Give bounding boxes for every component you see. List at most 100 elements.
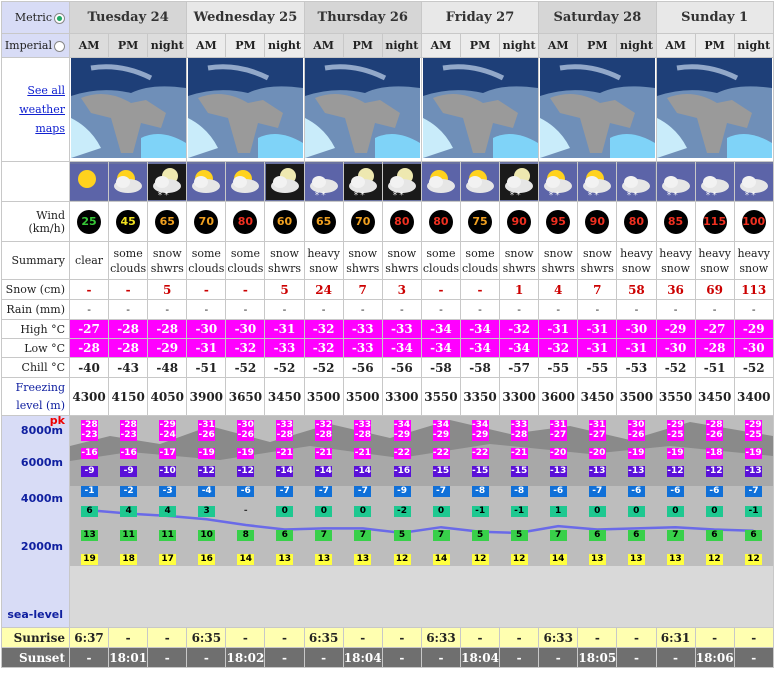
altitude-temp-box: 0 (588, 506, 606, 517)
altitude-temp-box: 13 (315, 554, 333, 565)
cloud-snow-icon: * * (303, 161, 344, 202)
altitude-temp-box: 0 (666, 506, 684, 517)
freezing-level-cell: 3650 (225, 377, 266, 416)
maps-link-cell: See all weather maps (1, 57, 70, 162)
chill-cell: -52 (303, 357, 344, 378)
altitude-temp-box: -6 (705, 486, 723, 497)
weather-map[interactable] (655, 57, 774, 162)
sunrise-cell: 6:33 (420, 627, 461, 648)
period-label: PM (225, 33, 266, 58)
altitude-temp-box: 0 (432, 506, 450, 517)
altitude-label: sea-level (7, 608, 63, 621)
snow-cell: - (420, 279, 461, 300)
low-cell: -29 (147, 338, 188, 358)
altitude-temp-box: 0 (627, 506, 645, 517)
altitude-temp-box: -2 (393, 506, 411, 517)
wind-direction-icon: 65 (311, 209, 336, 234)
period-text: AM (430, 39, 452, 52)
weather-map[interactable] (303, 57, 422, 162)
wind-cell: 115 (694, 201, 735, 242)
freezing-level-cell: 4150 (108, 377, 149, 416)
altitude-temp-box: 13 (627, 554, 645, 565)
snow-cell: - (225, 279, 266, 300)
sun-cloud-icon (420, 161, 461, 202)
altitude-temp-box: -19 (237, 448, 255, 459)
high-cell: -28 (108, 319, 149, 339)
summary-line: heavy (737, 246, 771, 260)
peak-label: pk (49, 415, 65, 428)
summary-line: shwrs (385, 261, 419, 275)
sun-cloud-icon (459, 161, 501, 202)
wind-direction-icon: 65 (155, 209, 180, 234)
weather-map[interactable] (420, 57, 540, 162)
altitude-temp-box: - (243, 506, 248, 516)
day-label: Wednesday 25 (193, 10, 298, 25)
high-cell: -34 (420, 319, 461, 339)
sun-cloud-icon (108, 161, 149, 202)
period-label: PM (694, 33, 735, 58)
wind-cell: 85 (655, 201, 696, 242)
altitude-temp-box: 14 (237, 554, 255, 565)
altitude-temp-box: -16 (81, 448, 98, 459)
altitude-temp-box: 6 (588, 530, 606, 541)
sunrise-cell: 6:35 (186, 627, 227, 648)
imperial-radio[interactable] (54, 40, 65, 52)
metric-toggle[interactable]: Metric (1, 1, 70, 34)
summary-line: some (465, 246, 495, 260)
wind-direction-icon: 25 (77, 209, 102, 234)
chill-cell: -57 (499, 357, 540, 378)
high-cell: -31 (577, 319, 618, 339)
altitude-temp-box: -23 (120, 430, 138, 441)
imperial-toggle[interactable]: Imperial (1, 33, 70, 58)
low-cell: -31 (577, 338, 618, 358)
altitude-temp-box: -28 (510, 430, 528, 441)
altitude-temp-box: 5 (393, 530, 411, 541)
freezing-level-cell: 3550 (655, 377, 696, 416)
period-text: night (268, 39, 301, 52)
day-label: Saturday 28 (553, 10, 642, 25)
high-cell: -30 (616, 319, 657, 339)
altitude-temp-box: 14 (549, 554, 567, 565)
altitude-label: 4000m (20, 492, 63, 505)
summary-line: shwrs (346, 261, 380, 275)
altitude-temp-box: 7 (432, 530, 450, 541)
weather-map[interactable] (186, 57, 305, 162)
freezing-level-cell: 3600 (538, 377, 579, 416)
sunrise-cell: - (342, 627, 383, 648)
altitude-temp-box: -13 (549, 466, 567, 477)
sunset-cell: 18:05 (577, 647, 618, 668)
altitude-temp-box: -22 (393, 448, 411, 459)
weather-map[interactable] (68, 57, 188, 162)
altitude-temp-box: -6 (627, 486, 645, 497)
summary-line: shwrs (502, 261, 536, 275)
sunset-cell: - (186, 647, 227, 668)
freezing-level-cell: 3500 (342, 377, 383, 416)
day-label: Friday 27 (445, 10, 515, 25)
summary-line: snow (309, 261, 339, 275)
rain-cell: - (694, 299, 735, 320)
wind-direction-icon: 85 (663, 209, 688, 234)
see-all-maps-link[interactable]: See all weather maps (19, 84, 65, 135)
low-cell: -32 (225, 338, 266, 358)
rain-cell: - (420, 299, 461, 320)
weather-map[interactable] (538, 57, 657, 162)
svg-text:* *: * * (354, 191, 365, 200)
altitude-temp-box: 7 (666, 530, 684, 541)
snow-cell: 58 (616, 279, 657, 300)
sun-cloud-snow-icon: * * (577, 161, 618, 202)
altitude-temp-box: -14 (276, 466, 294, 477)
snow-cell: 4 (538, 279, 579, 300)
metric-radio[interactable] (54, 12, 65, 24)
summary-line: clouds (188, 261, 225, 275)
summary-cell: heavy snow (616, 241, 657, 280)
high-cell: -33 (342, 319, 383, 339)
period-text: PM (235, 39, 256, 52)
period-text: AM (547, 39, 569, 52)
altitude-temp-box: -26 (627, 430, 645, 441)
sunrise-cell: - (577, 627, 618, 648)
wind-cell: 95 (538, 201, 579, 242)
rain-cell: - (459, 299, 501, 320)
chill-cell: -52 (655, 357, 696, 378)
svg-text:* *: * * (315, 191, 326, 200)
wind-direction-icon: 80 (389, 209, 414, 234)
